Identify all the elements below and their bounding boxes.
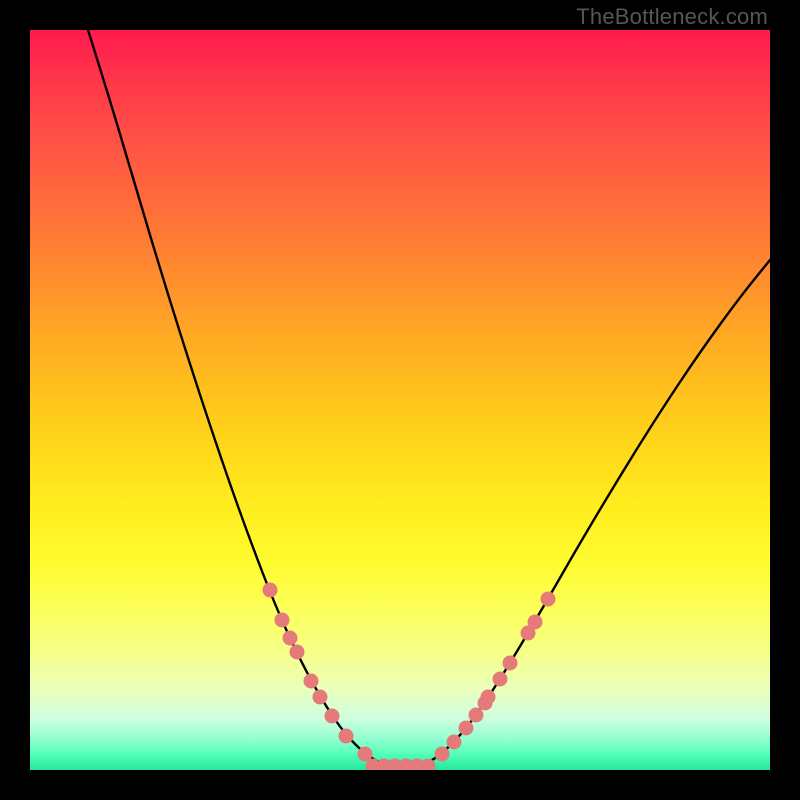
data-dot: [459, 721, 474, 736]
bottleneck-curve: [88, 30, 770, 768]
data-dots: [263, 583, 556, 771]
data-dot: [528, 615, 543, 630]
data-dot: [313, 690, 328, 705]
data-dot: [503, 656, 518, 671]
curve-layer: [30, 30, 770, 770]
data-dot: [339, 729, 354, 744]
data-dot: [541, 592, 556, 607]
data-dot: [325, 709, 340, 724]
plot-area: [30, 30, 770, 770]
data-dot: [263, 583, 278, 598]
chart-frame: TheBottleneck.com: [0, 0, 800, 800]
data-dot: [283, 631, 298, 646]
data-dot: [435, 747, 450, 762]
data-dot: [447, 735, 462, 750]
data-dot: [304, 674, 319, 689]
data-dot: [469, 708, 484, 723]
data-dot: [275, 613, 290, 628]
watermark-text: TheBottleneck.com: [576, 4, 768, 30]
data-dot: [290, 645, 305, 660]
data-dot: [493, 672, 508, 687]
data-dot: [481, 690, 496, 705]
